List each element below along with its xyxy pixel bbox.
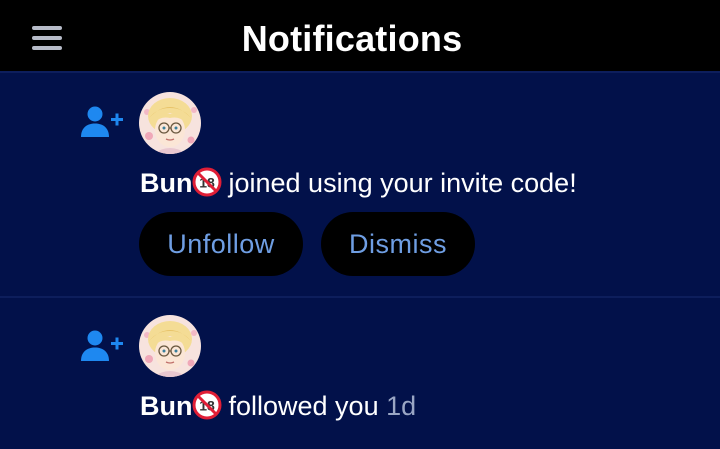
message-text: followed you (228, 391, 379, 421)
notification-item: Bun 18 followed you 1d (0, 298, 720, 449)
dismiss-button[interactable]: Dismiss (321, 212, 475, 276)
top-app-bar: Notifications (0, 0, 720, 73)
avatar-image (139, 92, 201, 154)
no-under-18-icon: 18 (192, 390, 222, 420)
notification-message: Bun 18 followed you 1d (140, 390, 416, 422)
unfollow-button[interactable]: Unfollow (139, 212, 303, 276)
timestamp: 1d (386, 391, 417, 421)
avatar[interactable] (139, 92, 201, 154)
notification-message: Bun 18 joined using your invite code! (140, 167, 577, 199)
person-add-icon (81, 106, 123, 137)
message-text: joined using your invite code! (228, 168, 577, 198)
avatar[interactable] (139, 315, 201, 377)
avatar-image (139, 315, 201, 377)
user-name[interactable]: Bun (140, 391, 192, 421)
user-name[interactable]: Bun (140, 168, 192, 198)
person-add-icon (81, 330, 123, 361)
no-under-18-icon: 18 (192, 167, 222, 197)
page-title: Notifications (241, 18, 463, 59)
notification-item: Bun 18 joined using your invite code! Un… (0, 73, 720, 298)
